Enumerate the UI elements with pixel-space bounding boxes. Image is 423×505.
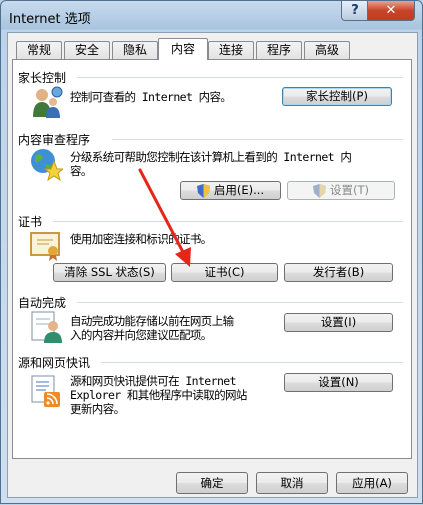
feeds-description-line2: Explorer 和其他程序中读取的网站 — [70, 388, 247, 402]
tab-advanced[interactable]: 高级 — [304, 41, 350, 59]
divider — [53, 221, 403, 222]
apply-button[interactable]: 应用(A) — [336, 472, 408, 494]
uac-shield-icon — [196, 183, 210, 198]
parental-controls-button[interactable]: 家长控制(P) — [282, 87, 392, 106]
help-button[interactable]: ? — [341, 1, 369, 21]
content-advisor-icon — [31, 149, 63, 181]
parental-controls-icon — [33, 86, 63, 118]
content-advisor-settings-button[interactable]: 设置(T) — [287, 181, 395, 200]
divider — [77, 302, 403, 303]
content-tab-panel: 家长控制 控制可查看的 Internet 内容。 家长控制(P) 内容审查程序 … — [12, 59, 412, 459]
enable-button-label: 启用(E)... — [213, 183, 265, 197]
autocomplete-settings-button[interactable]: 设置(I) — [284, 313, 393, 332]
tab-privacy[interactable]: 隐私 — [112, 41, 158, 59]
feeds-description-line3: 更新内容。 — [70, 402, 125, 416]
close-button[interactable]: ✕ — [367, 1, 415, 21]
window-title: Internet 选项 — [9, 12, 91, 27]
uac-shield-icon — [313, 183, 326, 198]
divider — [77, 77, 403, 78]
content-advisor-heading: 内容审查程序 — [18, 133, 91, 147]
content-advisor-description-line2: 容。 — [70, 164, 92, 178]
cancel-button[interactable]: 取消 — [256, 472, 328, 494]
parental-controls-heading: 家长控制 — [18, 71, 67, 85]
tab-connections[interactable]: 连接 — [208, 41, 254, 59]
publishers-button[interactable]: 发行者(B) — [284, 263, 393, 282]
tab-programs[interactable]: 程序 — [256, 41, 302, 59]
divider — [112, 139, 403, 140]
title-bar[interactable]: Internet 选项 ? ✕ — [1, 1, 422, 30]
parental-controls-description: 控制可查看的 Internet 内容。 — [70, 90, 232, 104]
dialog-client-area: 常规 安全 隐私 内容 连接 程序 高级 家长控制 控制可查看的 Interne… — [7, 32, 418, 498]
autocomplete-icon — [31, 311, 62, 343]
tab-security[interactable]: 安全 — [64, 41, 110, 59]
autocomplete-description-line1: 自动完成功能存储以前在网页上输 — [70, 314, 234, 328]
tab-general[interactable]: 常规 — [16, 41, 62, 59]
enable-content-advisor-button[interactable]: 启用(E)... — [180, 181, 281, 200]
content-advisor-description-line1: 分级系统可帮助您控制在该计算机上看到的 Internet 内 — [70, 150, 352, 164]
feeds-icon — [31, 375, 60, 407]
tab-content[interactable]: 内容 — [158, 38, 208, 60]
autocomplete-heading: 自动完成 — [18, 296, 67, 310]
certificates-button[interactable]: 证书(C) — [171, 263, 278, 282]
clear-ssl-state-button[interactable]: 清除 SSL 状态(S) — [53, 263, 166, 282]
feeds-description-line1: 源和网页快讯提供可在 Internet — [70, 374, 237, 388]
autocomplete-description-line2: 入的内容并向您建议匹配项。 — [70, 328, 212, 342]
certificate-icon — [30, 232, 60, 261]
feeds-settings-button[interactable]: 设置(N) — [284, 373, 393, 392]
divider — [101, 362, 403, 363]
settings-button-label: 设置(T) — [330, 183, 369, 197]
ok-button[interactable]: 确定 — [176, 472, 248, 494]
internet-options-window: Internet 选项 ? ✕ 常规 安全 隐私 内容 连接 程序 高级 家长控… — [0, 0, 423, 504]
feeds-heading: 源和网页快讯 — [18, 356, 91, 370]
certificates-description: 使用加密连接和标识的证书。 — [70, 232, 212, 246]
